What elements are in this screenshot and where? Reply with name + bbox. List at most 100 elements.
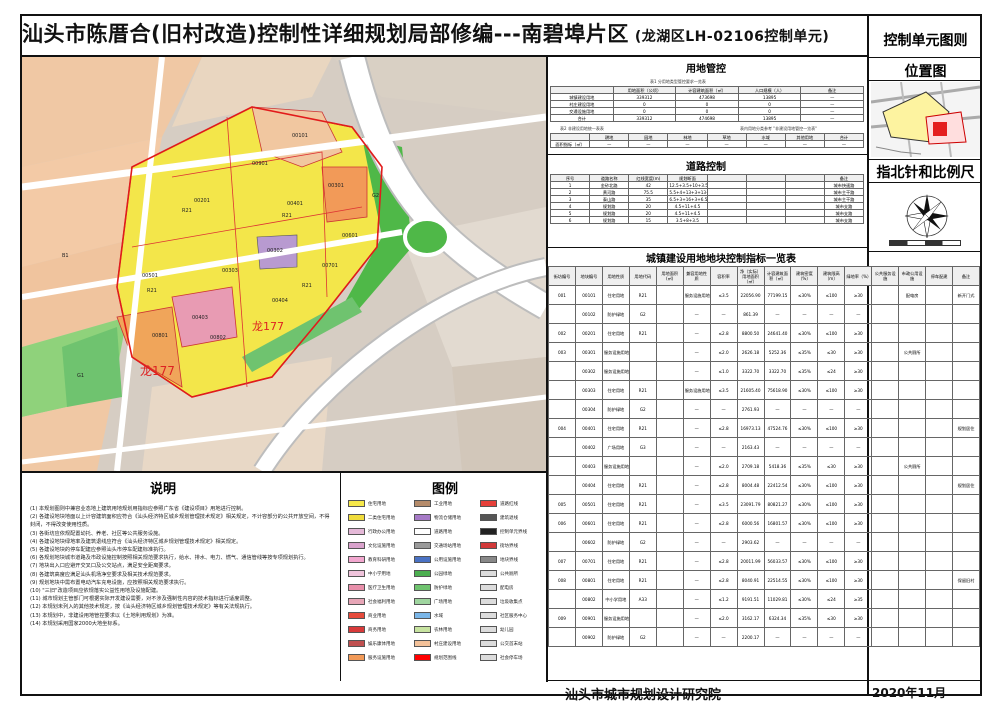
legend-swatch bbox=[480, 542, 497, 549]
table-cell: — bbox=[709, 437, 738, 457]
table-cell: 0 bbox=[612, 107, 677, 115]
table-cell bbox=[925, 456, 954, 476]
rc-divider bbox=[869, 57, 982, 58]
table-cell: — bbox=[682, 551, 711, 571]
table-cell bbox=[952, 361, 980, 381]
table-cell: — bbox=[682, 323, 711, 343]
table-cell bbox=[628, 342, 657, 362]
table-row: 00902 防护绿地 G2— —2200.17— — — — bbox=[548, 627, 980, 647]
table-cell bbox=[655, 608, 684, 628]
note-line: (4) 各建设地块绿地率及建筑退线应符合《汕头经济特区城乡规划管理技术规定》相关… bbox=[30, 538, 242, 545]
table-cell: 停车配建 bbox=[925, 266, 954, 286]
table-cell: — bbox=[667, 140, 708, 148]
table-cell bbox=[898, 323, 927, 343]
north-arrow-icon bbox=[897, 184, 957, 242]
table-row: 00403 服务设施用地 — ≤2.0 2709.18 5418.36 ≤35% ≤30 ≥30… bbox=[548, 456, 980, 476]
table-cell bbox=[871, 570, 900, 590]
table-cell: 公共服务设施 bbox=[871, 266, 900, 286]
legend-swatch bbox=[480, 528, 497, 535]
table-cell bbox=[952, 513, 980, 533]
table-cell: 服务设施用地 bbox=[682, 285, 711, 305]
table-cell: 4 bbox=[549, 202, 591, 210]
table-cell: 20011.99 bbox=[736, 551, 765, 571]
table-cell: 8800.50 bbox=[736, 323, 765, 343]
legend-label: 控制单元界线 bbox=[500, 530, 527, 535]
table-cell: — bbox=[800, 114, 864, 122]
table-cell: ≤30% bbox=[790, 589, 819, 609]
table-cell bbox=[655, 589, 684, 609]
table-cell: 住宅用地 bbox=[601, 380, 630, 400]
table-cell: 75.5 bbox=[628, 188, 669, 196]
table-cell: ≤30% bbox=[790, 551, 819, 571]
table-row: 009 00901 服务设施用地 — ≤2.0 3162.17 6324.34 ≤35% ≤30… bbox=[548, 608, 980, 628]
table-row: 2黄河路75.55.5+4+13+3+13+4+5.5 城市主干路 bbox=[549, 188, 865, 196]
table-cell: 22514.55 bbox=[763, 570, 792, 590]
table-cell: R21 bbox=[628, 418, 657, 438]
table-cell: 6 bbox=[549, 216, 591, 224]
table-cell bbox=[925, 551, 954, 571]
table-cell: — bbox=[844, 437, 873, 457]
parcel-code: 00701 bbox=[322, 263, 338, 269]
table-cell: 009 bbox=[548, 608, 576, 628]
table-cell: 00404 bbox=[574, 475, 603, 495]
table-cell: 面积指标（㎡） bbox=[549, 140, 591, 148]
parcel-code: 00201 bbox=[194, 198, 210, 204]
table-cell: ≤24 bbox=[817, 361, 846, 381]
legend-label: 公园绿地 bbox=[434, 572, 452, 577]
table-row: 001 00101 住宅用地 R21 服务设施用地 ≤3.5 22056.90 77199.1… bbox=[548, 285, 980, 305]
note-line: (2) 各建设地块地面以上计容建筑面积应符合《汕头经济特区城乡规划管理技术规定》… bbox=[30, 514, 330, 529]
table-cell: ≤2.0 bbox=[709, 456, 738, 476]
table-cell bbox=[871, 418, 900, 438]
table-cell: 00601 bbox=[574, 513, 603, 533]
parcel-code: 00403 bbox=[192, 315, 208, 321]
table-cell bbox=[898, 513, 927, 533]
table-cell bbox=[706, 216, 747, 224]
rc-divider bbox=[869, 251, 982, 252]
table-cell: 2200.17 bbox=[736, 627, 765, 647]
table-cell bbox=[655, 418, 684, 438]
table-cell: 计容建筑面积（㎡） bbox=[763, 266, 792, 286]
table-cell: — bbox=[682, 399, 711, 419]
table-cell: — bbox=[709, 304, 738, 324]
legend-label: 交通场站用地 bbox=[434, 544, 461, 549]
table-cell: — bbox=[682, 361, 711, 381]
table-cell: 00101 bbox=[574, 285, 603, 305]
table-cell: — bbox=[682, 418, 711, 438]
table-cell bbox=[898, 551, 927, 571]
table-cell: 用地面积(㎡) bbox=[655, 266, 684, 286]
table-cell bbox=[925, 608, 954, 628]
table-cell bbox=[952, 323, 980, 343]
legend-label: 工业用地 bbox=[434, 502, 452, 507]
section-divider bbox=[546, 154, 867, 155]
table-cell: 备注 bbox=[800, 86, 864, 94]
legend-label: 社区服务中心 bbox=[500, 614, 527, 619]
parcel-code: 00404 bbox=[272, 298, 288, 304]
table-cell: ≥30 bbox=[844, 608, 873, 628]
legend-label: 商务用地 bbox=[368, 628, 386, 633]
note-line: (5) 各建设地块的停车配建应参照汕头市停车配建标准执行。 bbox=[30, 547, 169, 554]
table-cell bbox=[655, 570, 684, 590]
table-cell: — bbox=[682, 475, 711, 495]
table-cell: 合计 bbox=[550, 114, 614, 122]
table-cell: ≤30% bbox=[790, 513, 819, 533]
table-cell: — bbox=[763, 532, 792, 552]
table-cell: 3 bbox=[549, 195, 591, 203]
table-cell: 2709.18 bbox=[736, 456, 765, 476]
legend-swatch bbox=[348, 570, 365, 577]
table-cell: — bbox=[682, 570, 711, 590]
table-cell: — bbox=[800, 93, 864, 101]
legend-swatch bbox=[414, 556, 431, 563]
table-cell: G2 bbox=[628, 532, 657, 552]
legend-label: 物流仓储用地 bbox=[434, 516, 461, 521]
table-cell: 广场用地 bbox=[601, 437, 630, 457]
table-cell: — bbox=[706, 140, 747, 148]
table-cell bbox=[784, 202, 825, 210]
table-cell: 35 bbox=[628, 195, 669, 203]
table-cell: 0 bbox=[675, 107, 739, 115]
legend-label: 医疗卫生用地 bbox=[368, 586, 395, 591]
table-cell: — bbox=[800, 107, 864, 115]
table-cell: 008 bbox=[548, 570, 576, 590]
table-row: 00302 服务设施用地 — ≤1.0 3322.70 3322.70 ≤35% ≤24 ≥30 bbox=[548, 361, 980, 381]
legend-label: 垃圾收集点 bbox=[500, 600, 523, 605]
table-cell: ≤24 bbox=[817, 589, 846, 609]
